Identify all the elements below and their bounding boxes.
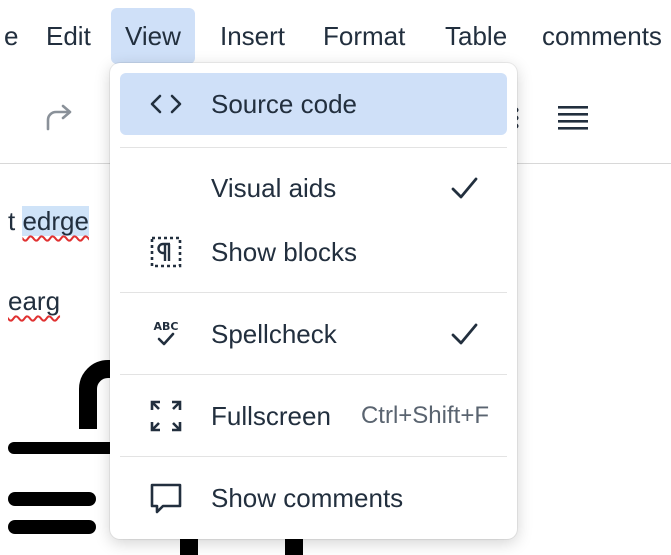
selected-misspelled-word: edrge [22, 206, 89, 236]
menu-item-show-comments[interactable]: Show comments [120, 467, 507, 529]
text-line-1-prefix: t [8, 206, 23, 236]
menu-item-label: Show comments [211, 482, 404, 513]
svg-text:ABC: ABC [154, 320, 179, 333]
menu-item-show-blocks[interactable]: Show blocks [120, 221, 507, 283]
misspelled-word: earg [8, 286, 61, 316]
menu-item-source-code[interactable]: Source code [120, 73, 507, 135]
menu-item-label: Show blocks [211, 236, 357, 267]
menu-edit[interactable]: Edit [32, 8, 105, 64]
menu-item-label: Visual aids [211, 172, 337, 203]
redo-icon [46, 104, 72, 131]
menu-item-visual-aids[interactable]: Visual aids [120, 157, 507, 219]
menu-comments[interactable]: comments [528, 8, 671, 64]
align-justify-icon [558, 106, 588, 130]
menu-divider [120, 147, 507, 148]
show-blocks-icon [148, 234, 184, 270]
menu-item-shortcut: Ctrl+Shift+F [360, 402, 489, 429]
menu-table[interactable]: Table [431, 8, 521, 64]
checkmark-icon [451, 177, 478, 199]
source-code-icon [148, 86, 184, 122]
text-line-1: t edrge [8, 206, 89, 237]
menu-item-fullscreen[interactable]: Fullscreen Ctrl+Shift+F [120, 385, 507, 447]
menu-view[interactable]: View [111, 8, 195, 64]
justify-button[interactable] [550, 98, 596, 138]
menu-file-partial[interactable]: e [0, 8, 32, 64]
comment-icon [148, 480, 184, 516]
view-menu-dropdown: Source code Visual aids Show blocks ABC [110, 63, 517, 539]
menu-divider [120, 374, 507, 375]
menu-divider [120, 456, 507, 457]
menu-format[interactable]: Format [309, 8, 419, 64]
editor-window: e Edit View Insert Format Table comments [0, 0, 671, 555]
menu-insert[interactable]: Insert [206, 8, 299, 64]
text-line-2: earg [8, 286, 60, 317]
menu-item-spellcheck[interactable]: ABC Spellcheck [120, 303, 507, 365]
checkmark-icon [451, 323, 478, 345]
menu-item-label: Fullscreen [211, 400, 331, 431]
redo-button[interactable] [36, 98, 82, 138]
menu-item-label: Source code [211, 88, 357, 119]
menu-divider [120, 292, 507, 293]
fullscreen-icon [148, 398, 184, 434]
menu-item-label: Spellcheck [211, 318, 337, 349]
spellcheck-icon: ABC [148, 316, 184, 352]
